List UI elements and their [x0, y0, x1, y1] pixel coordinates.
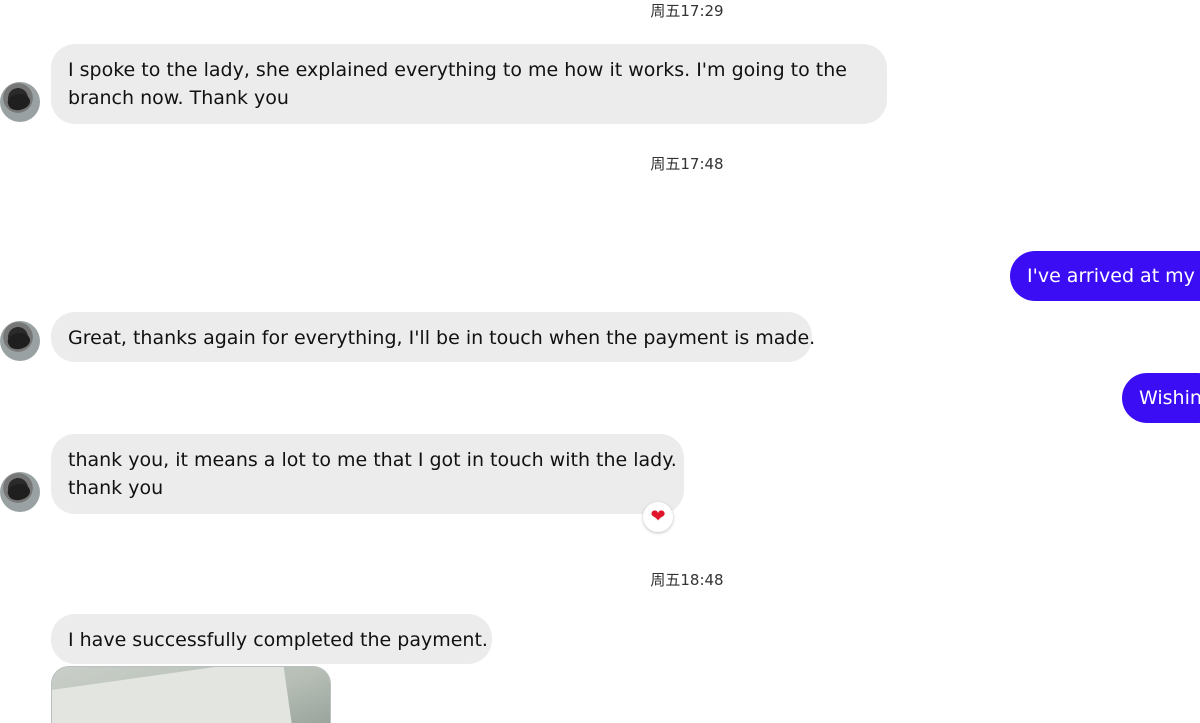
message-text: Wishin	[1139, 387, 1200, 409]
contact-avatar[interactable]	[0, 82, 40, 122]
attached-photo[interactable]	[51, 666, 331, 723]
contact-avatar[interactable]	[0, 321, 40, 361]
chat-transcript: 周五17:29 I spoke to the lady, she explain…	[0, 0, 1200, 723]
incoming-message-bubble[interactable]: I have successfully completed the paymen…	[51, 614, 492, 664]
contact-avatar[interactable]	[0, 472, 40, 512]
outgoing-message-bubble[interactable]: I've arrived at my b	[1010, 251, 1200, 301]
incoming-message-bubble[interactable]: I spoke to the lady, she explained every…	[51, 44, 887, 124]
heart-icon[interactable]: ❤	[643, 502, 673, 532]
message-text-line: I spoke to the lady, she explained every…	[68, 59, 847, 81]
incoming-message-bubble[interactable]: Great, thanks again for everything, I'll…	[51, 312, 816, 362]
outgoing-message-bubble[interactable]: Wishin	[1122, 373, 1200, 423]
message-text-line: Great, thanks again for everything, I'll…	[68, 327, 816, 349]
message-text-line: thank you	[68, 477, 164, 499]
timestamp: 周五17:48	[650, 155, 724, 173]
timestamp: 周五18:48	[650, 571, 724, 589]
message-text-line: I have successfully completed the paymen…	[68, 629, 488, 651]
incoming-message-bubble[interactable]: thank you, it means a lot to me that I g…	[51, 434, 684, 514]
timestamp: 周五17:29	[650, 2, 724, 20]
message-text-line: thank you, it means a lot to me that I g…	[68, 449, 677, 471]
message-text: I've arrived at my b	[1027, 265, 1200, 287]
message-text-line: branch now. Thank you	[68, 87, 289, 109]
